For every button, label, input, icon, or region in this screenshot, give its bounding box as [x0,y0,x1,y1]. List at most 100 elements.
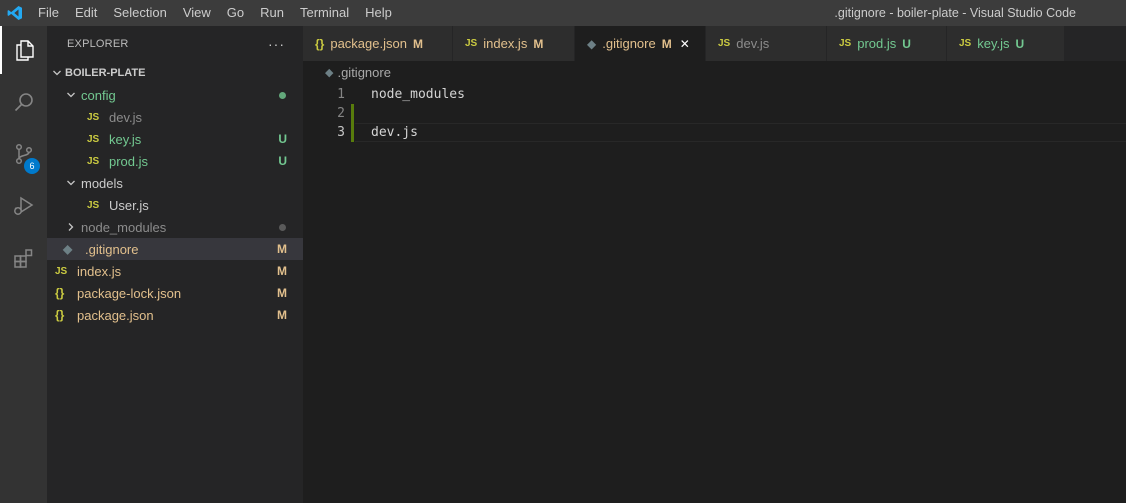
ignored-dot-icon [279,223,286,231]
scm-badge: 6 [24,158,40,174]
close-icon[interactable]: ✕ [680,37,690,51]
git-status-badge: U [278,154,287,168]
explorer-header: EXPLORER ··· [47,26,303,62]
file-item[interactable]: JS dev.js [47,106,303,128]
window-title: .gitignore - boiler-plate - Visual Studi… [834,6,1076,20]
file-item[interactable]: ◆ .gitignore M [47,238,303,260]
file-item[interactable]: {} package-lock.json M [47,282,303,304]
tab-gitignore[interactable]: ◆ .gitignore M ✕ [575,26,706,61]
tab-label: key.js [977,36,1010,51]
activity-bar: 6 [0,26,47,503]
chevron-down-icon [63,178,79,188]
js-file-icon: JS [87,111,100,123]
js-file-icon: JS [839,38,852,49]
tree-item-label: dev.js [109,109,142,125]
breadcrumb-file[interactable]: .gitignore [337,65,390,80]
search-icon[interactable] [0,78,47,126]
tab-label: index.js [483,36,528,51]
git-status-badge: M [277,242,287,256]
git-status-badge: M [277,308,287,322]
explorer-icon[interactable] [0,26,47,74]
line-number: 1 [337,87,345,102]
folder-item[interactable]: config [47,84,303,106]
gitignore-file-icon: ◆ [325,66,334,79]
file-item[interactable]: {} package.json M [47,304,303,326]
git-status-badge: M [277,286,287,300]
js-file-icon: JS [465,38,478,49]
file-item[interactable]: JS key.js U [47,128,303,150]
tab-label: .gitignore [602,36,656,51]
tree-item-label: .gitignore [85,241,139,257]
added-lines-gutter [351,104,354,123]
tab-prod-js[interactable]: JS prod.js U [827,26,947,61]
tab-label: package.json [330,36,407,51]
explorer-sidebar: EXPLORER ··· BOILER-PLATE config JS dev.js… [47,26,303,503]
chevron-down-icon [49,68,65,78]
git-status-badge: U [278,132,287,146]
folder-item[interactable]: node_modules [47,216,303,238]
menu-run[interactable]: Run [252,0,292,26]
run-debug-icon[interactable] [0,182,47,230]
folder-item[interactable]: models [47,172,303,194]
tab-package-json[interactable]: {} package.json M [303,26,453,61]
tab-label: prod.js [857,36,897,51]
code-line[interactable]: 2 [303,104,1126,123]
title-bar: File Edit Selection View Go Run Terminal Help .… [0,0,1126,26]
menu-help[interactable]: Help [357,0,400,26]
source-control-icon[interactable]: 6 [0,130,47,178]
line-number: 3 [337,125,345,140]
js-file-icon: JS [87,155,100,167]
file-item[interactable]: JS prod.js U [47,150,303,172]
tree-item-label: key.js [109,131,142,147]
tree-item-label: prod.js [109,153,149,169]
menu-go[interactable]: Go [219,0,252,26]
js-file-icon: JS [87,199,100,211]
tab-git-status: M [412,36,423,51]
menu-view[interactable]: View [175,0,219,26]
code-line[interactable]: 3 dev.js [303,123,1126,142]
js-file-icon: JS [718,38,731,49]
line-number: 2 [337,106,345,121]
chevron-right-icon [63,222,79,232]
chevron-down-icon [63,90,79,100]
code-editor[interactable]: 1 node_modules 2 3 dev.js [303,83,1126,503]
tree-item-label: User.js [109,197,149,213]
menu-file[interactable]: File [30,0,67,26]
editor-tabs: {} package.json M JS index.js M ◆ .gitignore M ✕ J… [303,26,1126,61]
js-file-icon: JS [959,38,972,49]
tree-item-label: package-lock.json [77,285,182,301]
added-lines-gutter [351,123,354,142]
tree-item-label: package.json [77,307,154,323]
current-line-highlight [355,123,1126,142]
project-section[interactable]: BOILER-PLATE [47,62,303,84]
tab-git-status: U [1015,36,1025,51]
tree-item-label: models [81,175,123,191]
code-line[interactable]: 1 node_modules [303,85,1126,104]
more-actions-icon[interactable]: ··· [268,36,285,52]
menu-terminal[interactable]: Terminal [292,0,357,26]
tab-git-status: M [661,36,672,51]
explorer-title: EXPLORER [67,38,129,50]
file-item[interactable]: JS index.js M [47,260,303,282]
menu-edit[interactable]: Edit [67,0,105,26]
file-tree: config JS dev.js JS key.js U JS prod.js Umodels J… [47,84,303,326]
json-file-icon: {} [55,286,65,300]
modified-dot-icon [279,91,286,99]
json-file-icon: {} [55,308,65,322]
line-text: dev.js [371,125,418,140]
extensions-icon[interactable] [0,234,47,282]
menu-bar: File Edit Selection View Go Run Terminal Help [30,0,400,26]
gitignore-file-icon: ◆ [63,242,73,256]
json-file-icon: {} [315,36,325,51]
tab-key-js[interactable]: JS key.js U [947,26,1065,61]
tab-git-status: M [533,36,544,51]
tab-index-js[interactable]: JS index.js M [453,26,575,61]
breadcrumb[interactable]: ◆ .gitignore [303,61,391,83]
tree-item-label: index.js [77,263,122,279]
tab-label: dev.js [736,36,770,51]
menu-selection[interactable]: Selection [105,0,174,26]
tab-dev-js[interactable]: JS dev.js [706,26,827,61]
tab-git-status: U [902,36,911,51]
tree-item-label: config [81,87,116,103]
file-item[interactable]: JS User.js [47,194,303,216]
